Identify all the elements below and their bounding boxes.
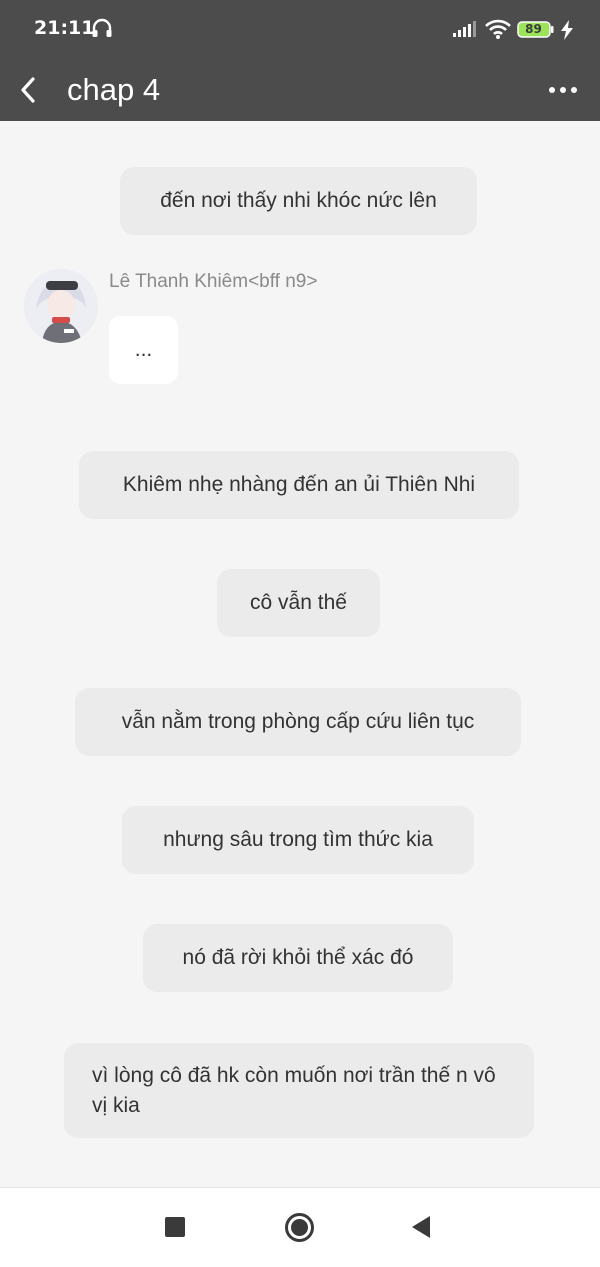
headphone-icon: [92, 18, 112, 37]
narration-bubble: vì lòng cô đã hk còn muốn nơi trần thế n…: [64, 1043, 534, 1138]
page-title: chap 4: [67, 72, 161, 107]
narration-bubble: đến nơi thấy nhi khóc nức lên: [120, 167, 477, 235]
back-icon[interactable]: [410, 1215, 432, 1239]
status-bar: 21:11 89: [0, 0, 600, 60]
back-button[interactable]: [10, 68, 46, 112]
back-arrow-icon: [21, 77, 35, 103]
narration-bubble: vẫn nằm trong phòng cấp cứu liên tục: [75, 688, 521, 756]
charging-bolt-icon: [561, 20, 573, 40]
narration-bubble: nhưng sâu trong tìm thức kia: [122, 806, 474, 874]
system-nav-bar: [0, 1187, 600, 1267]
narration-text: nhưng sâu trong tìm thức kia: [163, 828, 433, 851]
narration-text: đến nơi thấy nhi khóc nức lên: [160, 189, 437, 212]
narration-text: vẫn nằm trong phòng cấp cứu liên tục: [121, 710, 475, 733]
avatar[interactable]: [24, 269, 98, 343]
narration-text: Khiêm nhẹ nhàng đến an ủi Thiên Nhi: [122, 473, 476, 496]
recent-apps-icon[interactable]: [165, 1217, 185, 1237]
narration-bubble: nó đã rời khỏi thể xác đó: [143, 924, 453, 992]
narration-text: vì lòng cô đã hk còn muốn nơi trần thế n…: [92, 1063, 496, 1117]
more-dots-icon: [549, 87, 555, 93]
speech-bubble: ...: [109, 316, 178, 384]
battery-level: 89: [525, 22, 542, 36]
avatar-image: [24, 269, 98, 343]
narration-bubble: Khiêm nhẹ nhàng đến an ủi Thiên Nhi: [79, 451, 519, 519]
status-time: 21:11: [34, 17, 95, 39]
narration-text: cô vẫn thế: [250, 591, 347, 614]
chat-thread[interactable]: đến nơi thấy nhi khóc nức lên Lê Thanh K…: [0, 121, 600, 1187]
narration-bubble: cô vẫn thế: [217, 569, 380, 637]
wifi-icon: [485, 19, 511, 39]
signal-icon: [453, 21, 476, 37]
more-options-button[interactable]: [540, 68, 586, 112]
home-icon[interactable]: [285, 1213, 314, 1242]
speaker-name: Lê Thanh Khiêm<bff n9>: [109, 271, 318, 292]
battery-icon: 89: [517, 21, 554, 38]
app-bar: chap 4: [0, 60, 600, 121]
speech-text: ...: [134, 338, 153, 361]
narration-text: nó đã rời khỏi thể xác đó: [182, 946, 414, 969]
